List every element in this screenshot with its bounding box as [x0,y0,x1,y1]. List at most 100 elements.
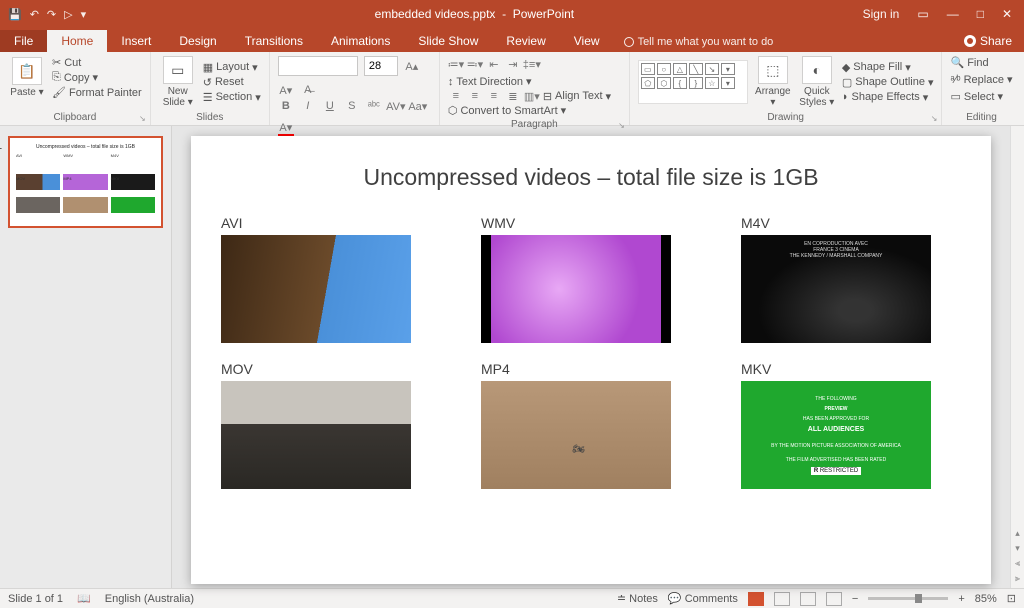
slide-canvas[interactable]: Uncompressed videos – total file size is… [191,136,991,584]
zoom-slider[interactable] [868,597,948,600]
video-cell-mkv[interactable]: MKV THE FOLLOWING PREVIEW HAS BEEN APPRO… [741,361,961,489]
bullets-button[interactable]: ≔▾ [448,56,464,72]
zoom-out-button[interactable]: − [852,593,858,605]
zoom-in-button[interactable]: + [958,593,964,605]
tab-slideshow[interactable]: Slide Show [404,30,492,52]
reset-button[interactable]: ↺ Reset [203,76,261,89]
minimize-icon[interactable]: — [947,7,959,21]
convert-smartart-button[interactable]: ⬡ Convert to SmartArt ▾ [448,104,566,117]
tab-review[interactable]: Review [492,30,559,52]
align-right-button[interactable]: ≡ [486,88,502,104]
video-cell-m4v[interactable]: M4V EN COPRODUCTION AVECFRANCE 3 CINEMAT… [741,215,961,343]
columns-button[interactable]: ▥▾ [524,88,540,104]
bold-button[interactable]: B [278,98,294,114]
new-slide-button[interactable]: ▭New Slide ▾ [159,56,197,108]
tab-insert[interactable]: Insert [107,30,165,52]
shapes-gallery[interactable]: ▭○△╲↘▾ ⬠⬡{}☆▾ [638,60,748,104]
dialog-launcher-icon[interactable]: ↘ [139,114,146,123]
replace-button[interactable]: ᵃ⁄ᵇ Replace ▾ [950,73,1012,86]
video-thumbnail[interactable] [221,381,411,489]
maximize-icon[interactable]: □ [977,7,984,21]
dialog-launcher-icon[interactable]: ↘ [931,114,938,123]
next-slide-icon[interactable]: ⫸ [1015,573,1020,584]
slide-thumbnail-1[interactable]: 1 Uncompressed videos – total file size … [8,136,163,228]
video-thumbnail[interactable]: THE FOLLOWING PREVIEW HAS BEEN APPROVED … [741,381,931,489]
cut-button[interactable]: ✂ Cut [52,56,142,69]
align-left-button[interactable]: ≡ [448,88,464,104]
slide-sorter-view-button[interactable] [774,592,790,606]
line-spacing-button[interactable]: ‡≡▾ [524,56,540,72]
comments-button[interactable]: 💬 Comments [668,592,738,605]
underline-button[interactable]: U [322,98,338,114]
slide-title-text[interactable]: Uncompressed videos – total file size is… [221,164,961,191]
italic-button[interactable]: I [300,98,316,114]
clear-formatting-icon[interactable]: A̶ [300,82,316,98]
align-center-button[interactable]: ≡ [467,88,483,104]
video-thumbnail[interactable] [481,235,671,343]
share-button[interactable]: Share [952,30,1024,52]
scroll-down-icon[interactable]: ▾ [1015,543,1020,554]
tell-me-search[interactable]: Tell me what you want to do [614,32,784,52]
video-thumbnail[interactable]: EN COPRODUCTION AVECFRANCE 3 CINEMATHE K… [741,235,931,343]
tab-animations[interactable]: Animations [317,30,404,52]
video-thumbnail[interactable] [221,235,411,343]
decrease-font-icon[interactable]: A▾ [278,82,294,98]
reading-view-button[interactable] [800,592,816,606]
undo-icon[interactable]: ↶ [30,8,39,21]
paste-button[interactable]: 📋Paste ▾ [8,57,46,98]
select-button[interactable]: ▭ Select ▾ [950,90,1012,103]
close-icon[interactable]: ✕ [1002,7,1012,21]
start-from-beginning-icon[interactable]: ▷ [64,8,72,21]
arrange-button[interactable]: ⬚Arrange ▾ [754,56,792,108]
font-size-input[interactable] [364,56,398,76]
section-button[interactable]: ☰ Section ▾ [203,91,261,104]
slide-counter[interactable]: Slide 1 of 1 [8,593,63,605]
video-cell-wmv[interactable]: WMV [481,215,701,343]
spacing-button[interactable]: AV▾ [388,98,404,114]
zoom-level[interactable]: 85% [975,593,997,605]
shape-fill-button[interactable]: ◆ Shape Fill ▾ [842,61,934,74]
tab-file[interactable]: File [0,30,47,52]
tab-transitions[interactable]: Transitions [231,30,317,52]
format-painter-button[interactable]: 🖌 Format Painter [52,86,142,99]
ribbon-display-options-icon[interactable]: ▭ [917,7,928,21]
shape-outline-button[interactable]: ▢ Shape Outline ▾ [842,76,934,89]
slideshow-view-button[interactable] [826,592,842,606]
video-thumbnail[interactable]: 🏍 [481,381,671,489]
notes-button[interactable]: ≐ Notes [617,592,658,605]
align-text-button[interactable]: ⊟ Align Text ▾ [543,90,611,103]
shape-effects-button[interactable]: ◗ Shape Effects ▾ [842,91,934,104]
copy-button[interactable]: ⎘ Copy ▾ [52,71,142,84]
tab-design[interactable]: Design [165,30,230,52]
customize-qat-icon[interactable]: ▾ [81,8,87,21]
save-icon[interactable]: 💾 [8,8,22,21]
decrease-indent-button[interactable]: ⇤ [486,56,502,72]
language-indicator[interactable]: English (Australia) [105,593,194,605]
find-button[interactable]: 🔍 Find [950,56,1012,69]
shadow-button[interactable]: S [344,98,360,114]
change-case-button[interactable]: Aa▾ [410,98,426,114]
slide-editor[interactable]: Uncompressed videos – total file size is… [172,126,1010,588]
layout-button[interactable]: ▦ Layout ▾ [203,61,261,74]
prev-slide-icon[interactable]: ⫷ [1015,558,1020,569]
redo-icon[interactable]: ↷ [47,8,56,21]
font-family-input[interactable] [278,56,358,76]
increase-indent-button[interactable]: ⇥ [505,56,521,72]
increase-font-icon[interactable]: A▴ [404,58,420,74]
justify-button[interactable]: ≣ [505,88,521,104]
video-cell-mp4[interactable]: MP4 🏍 [481,361,701,489]
quick-styles-button[interactable]: ◐Quick Styles ▾ [798,56,836,108]
tab-view[interactable]: View [560,30,614,52]
fit-to-window-button[interactable]: ⊡ [1007,592,1016,605]
strikethrough-button[interactable]: ᵃᵇᶜ [366,98,382,114]
scroll-up-icon[interactable]: ▴ [1015,528,1020,539]
text-direction-button[interactable]: ↕ Text Direction ▾ [448,75,532,88]
slide-thumbnails-panel[interactable]: 1 Uncompressed videos – total file size … [0,126,172,588]
video-cell-mov[interactable]: MOV [221,361,441,489]
video-cell-avi[interactable]: AVI [221,215,441,343]
vertical-scrollbar[interactable]: ▴ ▾ ⫷ ⫸ [1010,126,1024,588]
spell-check-icon[interactable]: 📖 [77,592,91,605]
normal-view-button[interactable] [748,592,764,606]
numbering-button[interactable]: ≕▾ [467,56,483,72]
sign-in-link[interactable]: Sign in [863,7,900,21]
